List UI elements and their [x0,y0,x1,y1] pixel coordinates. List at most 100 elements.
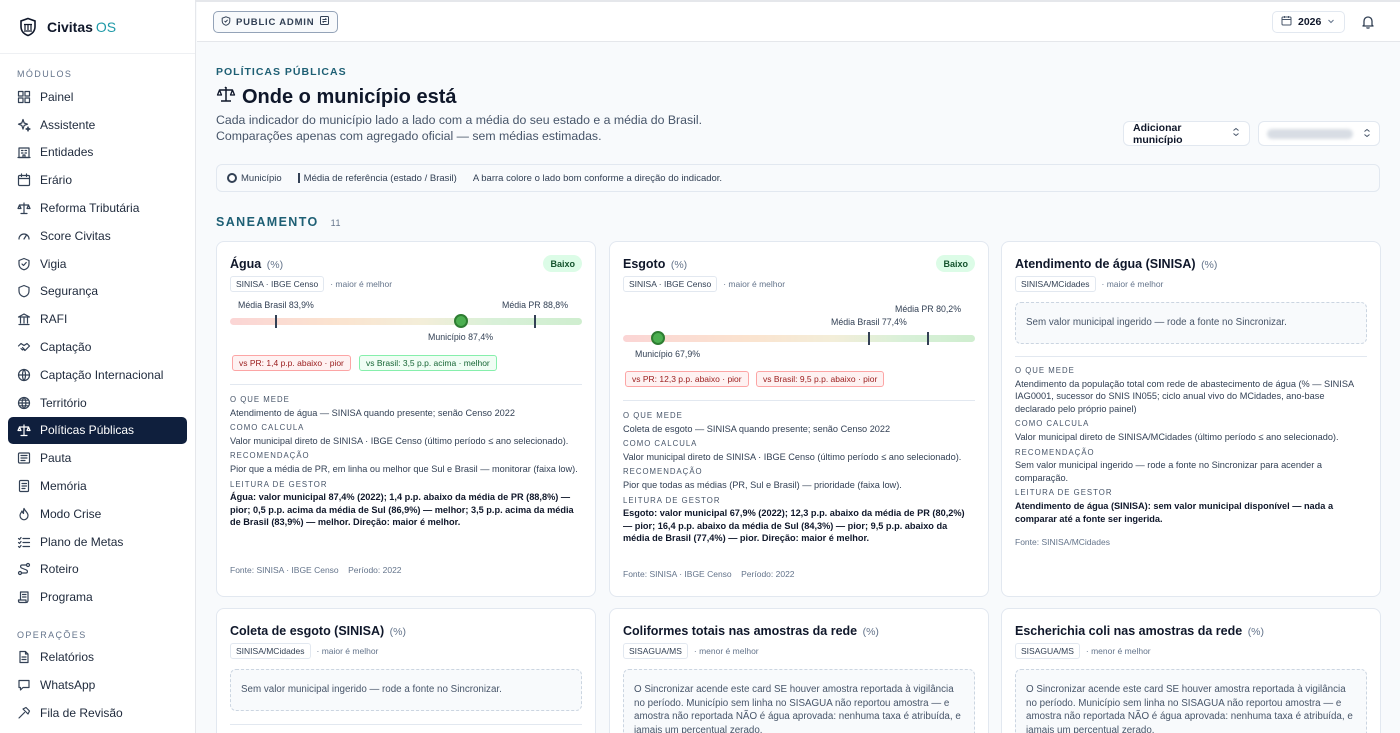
status-badge: Baixo [543,255,582,272]
source-row: SINISA · IBGE Censo · maior é melhor [230,276,392,292]
nav-item-label: Memória [40,479,87,494]
flame-icon [17,507,31,521]
card-title: Coleta de esgoto (SINISA) (%) [230,624,406,638]
como-calcula-text: Valor municipal direto de SINISA/MCidade… [1015,431,1339,442]
legend-referencia: Média de referência (estado / Brasil) [303,172,457,184]
comparison-bar [623,335,975,342]
source-row: SISAGUA/MS · menor é melhor [623,643,759,659]
sidebar-item-score-civitas[interactable]: Score Civitas [8,222,187,250]
nav-item-label: Programa [40,590,93,605]
sidebar-item-assistente[interactable]: Assistente [8,111,187,139]
empty-state: O Sincronizar acende este card SE houver… [1015,669,1367,733]
indicator-card-coleta-esgoto: Coleta de esgoto (SINISA) (%) SINISA/MCi… [216,608,596,733]
sidebar-item-captacao[interactable]: Captação [8,333,187,361]
brand[interactable]: Civitas OS [0,0,195,54]
nav-item-label: Políticas Públicas [40,423,135,438]
sidebar-item-seguranca[interactable]: Segurança [8,278,187,306]
sidebar: Civitas OS MÓDULOS Painel Assistente Entida… [0,0,196,733]
empty-state: Sem valor municipal ingerido — rode a fo… [1015,302,1367,344]
sidebar-item-captacao-internacional[interactable]: Captação Internacional [8,361,187,389]
sidebar-item-modo-crise[interactable]: Modo Crise [8,500,187,528]
card-unit: (%) [1201,259,1218,271]
direction-text: · menor é melhor [693,646,759,656]
o-que-mede-text: Atendimento da população total com rede … [1015,378,1354,414]
comparison-chip-brasil: vs Brasil: 3,5 p.p. acima · melhor [359,355,497,371]
page-description: Cada indicador do município lado a lado … [216,113,703,143]
source-chip: SINISA/MCidades [1015,276,1096,292]
municipality-select[interactable] [1258,121,1380,146]
sidebar-item-plano-de-metas[interactable]: Plano de Metas [8,528,187,556]
divider [623,400,975,401]
card-title-text: Coliformes totais nas amostras da rede [623,624,858,638]
media-pr-label: Média PR 88,8% [502,300,569,310]
checklist-icon [17,535,31,549]
section-count: 11 [330,218,342,228]
direction-text: · maior é melhor [330,279,393,289]
divider [230,384,582,385]
shield-outline-icon [17,284,31,298]
sidebar-item-relatorios[interactable]: Relatórios [8,643,187,671]
label-recomendacao: RECOMENDAÇÃO [623,467,703,477]
nav-item-label: Fila de Revisão [40,705,123,720]
nav-item-label: Plano de Metas [40,534,124,549]
recomendacao-text: Pior que a média de PR, em linha ou melh… [230,463,578,474]
fonte-text: Fonte: SINISA · IBGE Censo [230,565,339,575]
source-chip: SISAGUA/MS [623,643,688,659]
sidebar-item-rafi[interactable]: RAFI [8,305,187,333]
shield-icon [17,257,31,271]
role-pill[interactable]: PUBLIC ADMIN [213,11,339,33]
sidebar-item-politicas-publicas[interactable]: Políticas Públicas [8,416,187,445]
shield-logo-icon [18,17,38,37]
card-info: O QUE MEDE Atendimento de água — SINISA … [230,394,582,529]
sidebar-item-territorio[interactable]: Território [8,389,187,417]
municipio-marker[interactable] [454,314,468,328]
scroll-icon [17,590,31,604]
direction-text: · maior é melhor [1101,279,1164,289]
sidebar-item-programa[interactable]: Programa [8,583,187,611]
periodo-text: Período: 2022 [348,565,402,575]
sidebar-item-roteiro[interactable]: Roteiro [8,556,187,584]
label-como-calcula: COMO CALCULA [623,439,698,449]
sidebar-item-vigia[interactable]: Vigia [8,250,187,278]
card-title-text: Escherichia coli nas amostras da rede [1015,624,1243,638]
add-municipality-button[interactable]: Adicionar município [1123,121,1250,146]
calendar-icon [1281,15,1292,29]
indicator-card-agua: Água (%) Baixo SINISA · IBGE Censo · maio… [216,241,596,597]
grid-icon [17,90,31,104]
sidebar-item-memoria[interactable]: Memória [8,472,187,500]
comparison-chip-brasil: vs Brasil: 9,5 p.p. abaixo · pior [756,371,885,387]
source-row: SISAGUA/MS · menor é melhor [1015,643,1151,659]
year-value: 2026 [1298,16,1322,28]
card-info: O QUE MEDE Coleta de esgoto — SINISA qua… [623,410,975,545]
nav-item-label: WhatsApp [40,677,96,692]
add-municipality-label: Adicionar município [1133,121,1183,146]
recomendacao-text: Pior que todas as médias (PR, Sul e Bras… [623,479,902,490]
nav-item-label: Segurança [40,284,99,299]
bell-icon[interactable] [1360,14,1376,30]
building-icon [17,145,31,159]
sidebar-item-pauta[interactable]: Pauta [8,444,187,472]
label-o-que-mede: O QUE MEDE [623,411,683,420]
document-icon [17,650,31,664]
handshake-icon [17,340,31,354]
year-selector[interactable]: 2026 [1272,11,1345,33]
sidebar-item-reforma-tributaria[interactable]: Reforma Tributária [8,194,187,222]
municipio-marker[interactable] [651,331,665,345]
notebook-icon [17,479,31,493]
brand-name: Civitas [47,18,93,35]
media-pr-marker [927,332,929,345]
direction-text: · maior é melhor [723,279,786,289]
sidebar-item-whatsapp[interactable]: WhatsApp [8,671,187,699]
indicator-card-esgoto: Esgoto (%) Baixo SINISA · IBGE Censo · ma… [609,241,989,597]
leitura-text: Água: valor municipal 87,4% (2022); 1,4 … [230,492,574,528]
direction-text: · maior é melhor [316,646,379,656]
label-recomendacao: RECOMENDAÇÃO [230,451,310,461]
sidebar-item-entidades[interactable]: Entidades [8,139,187,167]
card-title-text: Esgoto [623,257,666,271]
sidebar-item-erario[interactable]: Erário [8,166,187,194]
card-title-text: Coleta de esgoto (SINISA) [230,624,385,638]
fonte-text: Fonte: SINISA · IBGE Censo [623,569,732,579]
sidebar-item-painel[interactable]: Painel [8,83,187,111]
page-title-row: Onde o município está [216,84,456,110]
sidebar-item-fila-de-revisao[interactable]: Fila de Revisão [8,699,187,727]
